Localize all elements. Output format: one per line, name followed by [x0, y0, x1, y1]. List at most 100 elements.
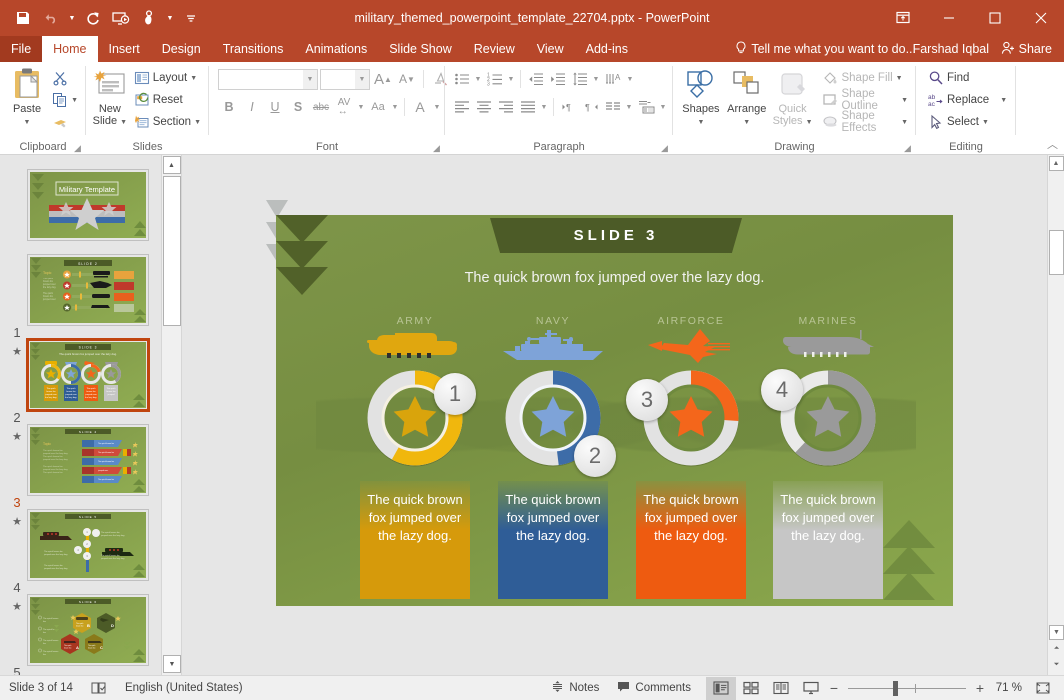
numbering-button[interactable]: 123	[484, 68, 505, 90]
previous-slide-button[interactable]: ⏶	[1049, 641, 1064, 656]
zoom-slider[interactable]	[848, 677, 966, 700]
ribbon-display-options-icon[interactable]	[880, 0, 926, 36]
select-button[interactable]: Select ▼	[925, 111, 1010, 133]
slide-thumbnail-1[interactable]: Military Template	[27, 169, 149, 241]
strikethrough-button[interactable]: abc	[310, 96, 332, 118]
slide-thumbnail-4[interactable]: SLIDE 4 Topic The quick brown fox jumped …	[27, 424, 149, 496]
cut-button[interactable]	[49, 67, 81, 89]
undo-dropdown-icon[interactable]: ▼	[66, 5, 78, 31]
line-spacing-dropdown-icon[interactable]: ▼	[591, 68, 601, 90]
share-button[interactable]: Share	[993, 36, 1060, 62]
quick-styles-button[interactable]: Quick Styles ▼	[770, 65, 816, 129]
convert-to-smartart-button[interactable]	[636, 96, 657, 118]
underline-button[interactable]: U	[264, 96, 286, 118]
scroll-up-button[interactable]: ▲	[1048, 156, 1064, 171]
reset-button[interactable]: Reset	[131, 89, 204, 111]
character-spacing-dropdown-icon[interactable]: ▼	[356, 96, 366, 118]
align-left-button[interactable]	[451, 96, 472, 118]
tab-file[interactable]: File	[0, 36, 43, 62]
customize-qat-icon[interactable]	[178, 5, 204, 31]
text-direction-button[interactable]: A	[603, 68, 624, 90]
zoom-value[interactable]: 71 %	[988, 682, 1028, 694]
slide-show-button[interactable]	[796, 677, 826, 700]
text-direction-dropdown-icon[interactable]: ▼	[625, 68, 635, 90]
slide-thumbnail-6[interactable]: SLIDE 6 The quick brown fox The quick bro…	[27, 594, 149, 666]
slide-column-marines[interactable]: MARINES 4 The quick brown fox jumped ove…	[761, 315, 883, 599]
pane-splitter[interactable]	[181, 155, 185, 675]
tab-view[interactable]: View	[526, 36, 575, 62]
comments-button[interactable]: Comments	[608, 676, 700, 700]
tab-insert[interactable]: Insert	[98, 36, 151, 62]
character-spacing-button[interactable]: AV ↔	[333, 96, 355, 118]
slide-column-navy[interactable]: NAVY 2 The quick brown fox jumped over t…	[498, 315, 616, 599]
tab-design[interactable]: Design	[151, 36, 212, 62]
save-icon[interactable]	[10, 5, 36, 31]
tab-animations[interactable]: Animations	[294, 36, 378, 62]
shapes-button[interactable]: Shapes ▼	[678, 65, 724, 129]
slide-thumbnail-3[interactable]: SLIDE 3 The quick brown fox jumped over …	[26, 338, 150, 412]
tab-slide-show[interactable]: Slide Show	[378, 36, 463, 62]
decrease-indent-button[interactable]	[525, 68, 546, 90]
slide-column-army[interactable]: ARMY 1 The quick brown fox jumped over t…	[360, 315, 476, 599]
thumbnail-scrollbar[interactable]: ▲ ▼	[161, 155, 181, 675]
shape-effects-button[interactable]: Shape Effects ▼	[819, 110, 911, 134]
tab-home[interactable]: Home	[42, 36, 98, 62]
text-shadow-button[interactable]: S	[287, 96, 309, 118]
redo-icon[interactable]	[80, 5, 106, 31]
minimize-button[interactable]	[926, 0, 972, 36]
thumbnail-scroll-down-button[interactable]: ▼	[163, 655, 181, 673]
rtl-text-direction-button[interactable]: ¶	[580, 96, 601, 118]
paragraph-dialog-launcher[interactable]: ◢	[659, 143, 670, 154]
language-indicator[interactable]: English (United States)	[116, 676, 252, 700]
tell-me-search[interactable]: Tell me what you want to do...	[735, 36, 916, 62]
paste-button[interactable]: Paste ▼	[5, 65, 49, 129]
new-slide-button[interactable]: New Slide ▼	[91, 65, 129, 129]
increase-font-size-button[interactable]: A ▲	[372, 68, 394, 90]
font-size-dropdown-icon[interactable]: ▼	[355, 69, 369, 89]
change-case-dropdown-icon[interactable]: ▼	[390, 96, 400, 118]
spellcheck-icon[interactable]	[82, 676, 116, 700]
collapse-ribbon-button[interactable]: ︿	[1047, 136, 1058, 152]
normal-view-button[interactable]	[706, 676, 736, 700]
touch-mode-icon[interactable]	[136, 5, 162, 31]
bold-button[interactable]: B	[218, 96, 240, 118]
bullets-dropdown-icon[interactable]: ▼	[473, 68, 483, 90]
align-right-button[interactable]	[495, 96, 516, 118]
shape-fill-button[interactable]: Shape Fill ▼	[819, 67, 911, 89]
font-color-button[interactable]: A	[409, 96, 431, 118]
font-name-dropdown-icon[interactable]: ▼	[303, 69, 317, 89]
format-painter-button[interactable]	[49, 111, 81, 133]
italic-button[interactable]: I	[241, 96, 263, 118]
slide-counter[interactable]: Slide 3 of 14	[0, 676, 82, 700]
slide-column-airforce[interactable]: AIRFORCE 3 The quick brown fox jumped ov…	[626, 315, 746, 599]
columns-dropdown-icon[interactable]: ▼	[624, 96, 634, 118]
drawing-dialog-launcher[interactable]: ◢	[902, 143, 913, 154]
account-name[interactable]: Farshad Iqbal	[913, 36, 989, 62]
zoom-slider-handle[interactable]	[893, 680, 898, 696]
center-button[interactable]	[473, 96, 494, 118]
zoom-in-button[interactable]: +	[972, 680, 988, 696]
tab-add-ins[interactable]: Add-ins	[575, 36, 639, 62]
line-spacing-button[interactable]	[569, 68, 590, 90]
columns-button[interactable]	[602, 96, 623, 118]
arrange-button[interactable]: Arrange ▼	[724, 65, 770, 129]
notes-button[interactable]: Notes	[542, 676, 608, 700]
section-button[interactable]: Section ▼	[131, 111, 204, 133]
maximize-button[interactable]	[972, 0, 1018, 36]
thumbnail-scroll-thumb[interactable]	[163, 176, 181, 326]
justify-dropdown-icon[interactable]: ▼	[539, 96, 549, 118]
font-color-dropdown-icon[interactable]: ▼	[432, 96, 442, 118]
undo-icon[interactable]	[38, 5, 64, 31]
fit-slide-button[interactable]	[1028, 677, 1058, 700]
bullets-button[interactable]	[451, 68, 472, 90]
thumbnail-scroll-up-button[interactable]: ▲	[162, 156, 181, 174]
slide-sorter-view-button[interactable]	[736, 677, 766, 700]
replace-button[interactable]: ab ac Replace ▼	[925, 89, 1010, 111]
font-dialog-launcher[interactable]: ◢	[431, 143, 442, 154]
find-button[interactable]: Find	[925, 67, 1010, 89]
tab-transitions[interactable]: Transitions	[212, 36, 295, 62]
smartart-dropdown-icon[interactable]: ▼	[658, 96, 668, 118]
layout-button[interactable]: Layout ▼	[131, 67, 204, 89]
scroll-down-button[interactable]: ▼	[1049, 625, 1064, 640]
close-button[interactable]	[1018, 0, 1064, 36]
